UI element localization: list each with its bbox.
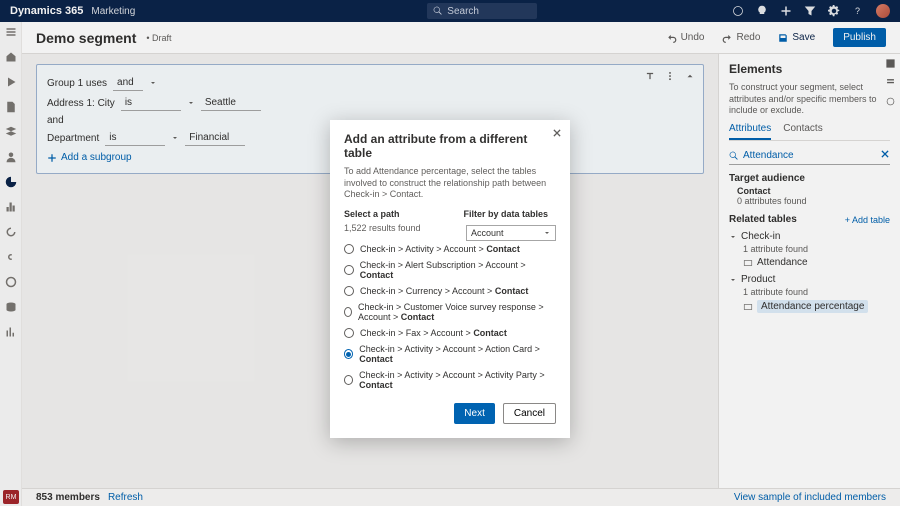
path-option[interactable]: Check-in > Fax > Account > Contact [344,325,556,341]
path-option[interactable]: Check-in > Activity > Account > Action C… [344,341,556,367]
path-option[interactable]: Check-in > Customer Voice survey respons… [344,299,556,325]
modal-description: To add Attendance percentage, select the… [344,166,556,201]
close-button[interactable] [552,128,562,141]
filter-dropdown[interactable]: Account [466,225,556,241]
cancel-button[interactable]: Cancel [503,403,556,424]
modal-title: Add an attribute from a different table [344,132,556,160]
path-option[interactable]: Check-in > Alert Subscription > Account … [344,257,556,283]
radio-icon [344,307,352,317]
next-button[interactable]: Next [454,403,495,424]
radio-icon [344,244,354,254]
radio-icon [344,375,353,385]
add-attribute-modal: Add an attribute from a different table … [330,120,570,438]
radio-icon [344,349,353,359]
path-option[interactable]: Check-in > Activity > Account > Activity… [344,367,556,391]
radio-icon [344,286,354,296]
select-path-label: Select a path [344,209,400,219]
chevron-down-icon [543,229,551,237]
path-list: Check-in > Activity > Account > ContactC… [344,241,556,391]
radio-icon [344,328,354,338]
filter-label: Filter by data tables [464,209,549,219]
radio-icon [344,265,354,275]
path-option[interactable]: Check-in > Activity > Account > Contact [344,241,556,257]
path-option[interactable]: Check-in > Currency > Account > Contact [344,283,556,299]
